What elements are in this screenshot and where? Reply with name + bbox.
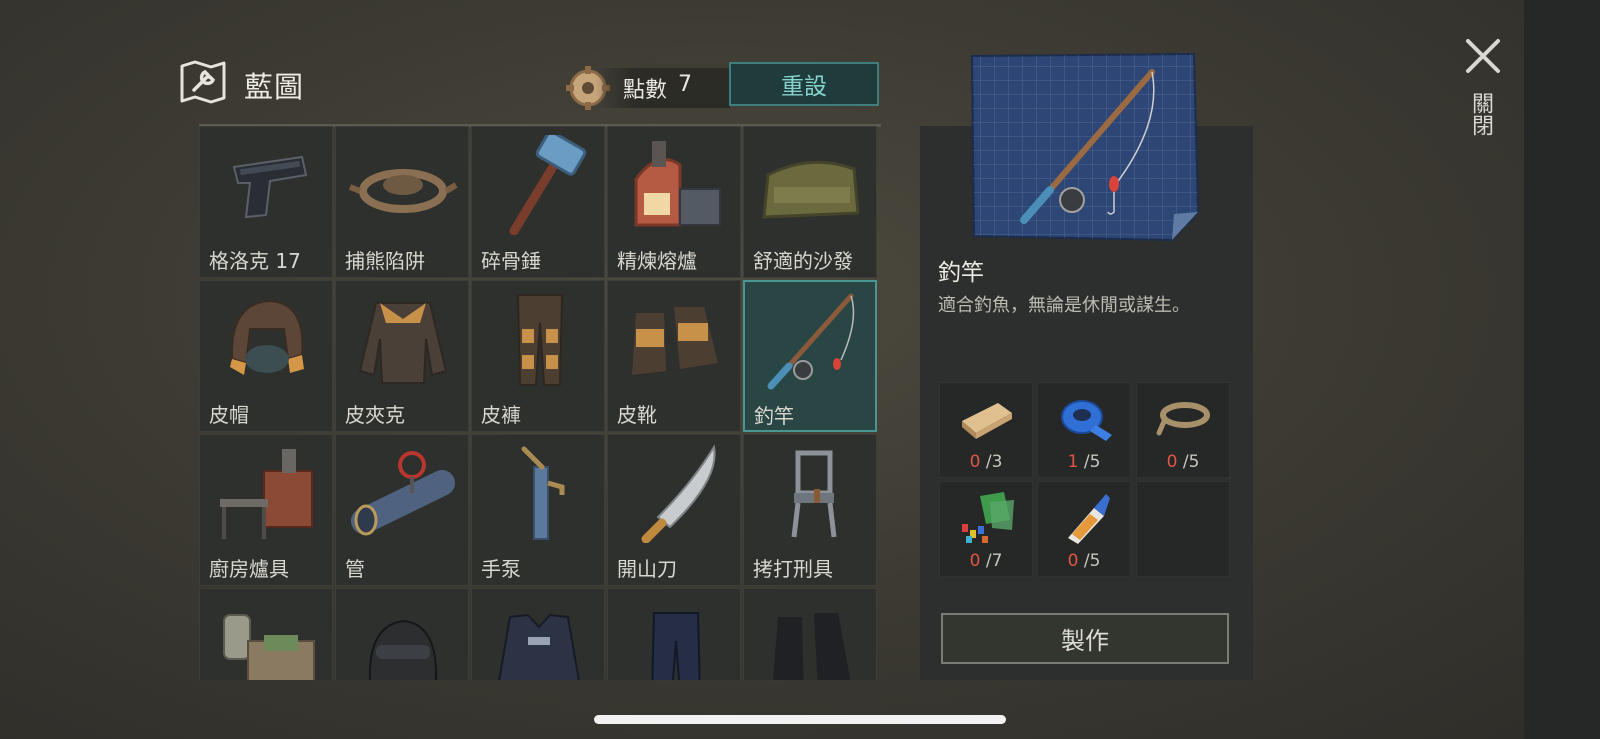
- material-have-count: 0: [1067, 551, 1079, 571]
- rope-icon: [1156, 402, 1210, 436]
- kitchen-stove-icon: [220, 449, 313, 539]
- fishing-rod-icon: [767, 293, 855, 390]
- item-label: 開山刀: [617, 557, 677, 581]
- leather-boots-icon: [632, 307, 718, 375]
- page-title: 藍圖: [244, 70, 305, 104]
- item-label: 皮靴: [617, 403, 657, 427]
- leather-jacket-icon: [358, 302, 448, 384]
- blueprint-item-police-boots[interactable]: [743, 588, 877, 680]
- item-label: 手泵: [481, 557, 521, 581]
- torture-chair-icon: [791, 450, 837, 538]
- plastic-scraps-icon: [962, 492, 1014, 543]
- fishing-rod-blueprint-icon: [970, 52, 1200, 242]
- police-pants-icon: [651, 612, 701, 680]
- item-name: 釣竿: [938, 260, 984, 286]
- blueprint-map-icon: [180, 60, 226, 104]
- blueprint-item-fishing-rod[interactable]: 釣竿: [743, 280, 877, 432]
- material-slot-wood[interactable]: 0 /3: [939, 382, 1033, 478]
- item-label: 拷打刑具: [753, 557, 833, 581]
- blueprint-item-torture-chair[interactable]: 拷打刑具: [743, 434, 877, 586]
- item-label: 釣竿: [754, 404, 794, 428]
- material-slot-glue[interactable]: 0 /5: [1037, 481, 1131, 577]
- leather-pants-icon: [516, 294, 564, 386]
- leather-hat-icon: [230, 299, 304, 375]
- material-need-count: /5: [1083, 452, 1101, 472]
- item-label: 舒適的沙發: [753, 249, 853, 273]
- material-have-count: 0: [1166, 452, 1178, 472]
- blueprint-item-glock17[interactable]: 格洛克 17: [199, 126, 333, 278]
- sofa-icon: [762, 160, 860, 219]
- bear-trap-icon: [348, 169, 458, 213]
- police-vest-icon: [498, 613, 580, 680]
- blueprint-item-bear-trap[interactable]: 捕熊陷阱: [335, 126, 469, 278]
- reset-button[interactable]: 重設: [729, 62, 879, 106]
- blueprint-item-leather-boots[interactable]: 皮靴: [607, 280, 741, 432]
- item-label: 捕熊陷阱: [345, 249, 425, 273]
- blueprint-item-helmet[interactable]: [335, 588, 469, 680]
- material-need-count: /7: [985, 551, 1003, 571]
- blueprint-item-leather-pants[interactable]: 皮褲: [471, 280, 605, 432]
- machete-icon: [641, 444, 716, 543]
- blueprint-grid: 格洛克 17 捕熊陷阱 碎骨錘 精煉熔爐 舒適的沙發 皮帽 皮夾克 皮褲 皮靴 …: [199, 126, 881, 680]
- blueprint-item-furnace[interactable]: 精煉熔爐: [607, 126, 741, 278]
- item-label: 皮褲: [481, 403, 521, 427]
- sledgehammer-icon: [509, 135, 587, 235]
- material-need-count: /3: [985, 452, 1003, 472]
- item-label: 碎骨錘: [481, 249, 541, 273]
- material-have-count: 0: [969, 551, 981, 571]
- blueprint-item-pipe[interactable]: 管: [335, 434, 469, 586]
- material-need-count: /5: [1182, 452, 1200, 472]
- blueprint-item-leather-jacket[interactable]: 皮夾克: [335, 280, 469, 432]
- close-label[interactable]: 關閉: [1462, 92, 1498, 136]
- item-label: 精煉熔爐: [617, 249, 697, 273]
- material-slot-rope[interactable]: 0 /5: [1136, 382, 1230, 478]
- material-slot-duct-tape[interactable]: 1 /5: [1037, 382, 1131, 478]
- item-label: 皮夾克: [345, 403, 405, 427]
- blueprint-item-leather-hat[interactable]: 皮帽: [199, 280, 333, 432]
- material-slot-plastic[interactable]: 0 /7: [939, 481, 1033, 577]
- item-label: 廚房爐具: [209, 557, 289, 581]
- item-label: 格洛克 17: [209, 249, 301, 273]
- material-slot-empty: [1136, 481, 1230, 577]
- points-value: 7: [678, 72, 692, 97]
- furnace-icon: [634, 141, 721, 227]
- hand-pump-icon: [521, 446, 565, 540]
- item-label: 管: [345, 557, 365, 581]
- blueprint-item-sofa[interactable]: 舒適的沙發: [743, 126, 877, 278]
- item-label: 皮帽: [209, 403, 249, 427]
- close-icon[interactable]: [1460, 33, 1506, 79]
- material-need-count: /5: [1083, 551, 1101, 571]
- wood-plank-icon: [962, 403, 1012, 439]
- duct-tape-icon: [1061, 400, 1112, 441]
- workbench-icon: [223, 614, 315, 680]
- pistol-icon: [232, 155, 308, 219]
- points-label: 點數: [623, 78, 668, 103]
- craft-button[interactable]: 製作: [941, 613, 1229, 664]
- material-have-count: 1: [1067, 452, 1079, 472]
- item-description: 適合釣魚，無論是休閒或謀生。: [938, 295, 1190, 316]
- material-have-count: 0: [969, 452, 981, 472]
- blueprint-item-kitchen-stove[interactable]: 廚房爐具: [199, 434, 333, 586]
- glue-icon: [1068, 494, 1110, 544]
- blueprint-item-police-pants[interactable]: [607, 588, 741, 680]
- right-edge-bar: [1524, 0, 1600, 739]
- pipe-icon: [351, 451, 455, 536]
- blueprint-item-police-vest[interactable]: [471, 588, 605, 680]
- blueprint-item-sledgehammer[interactable]: 碎骨錘: [471, 126, 605, 278]
- blueprint-item-hand-pump[interactable]: 手泵: [471, 434, 605, 586]
- police-boots-icon: [773, 613, 851, 680]
- blueprint-item-machete[interactable]: 開山刀: [607, 434, 741, 586]
- helmet-icon: [368, 619, 438, 680]
- blueprint-item-workbench[interactable]: [199, 588, 333, 680]
- home-indicator[interactable]: [594, 715, 1006, 724]
